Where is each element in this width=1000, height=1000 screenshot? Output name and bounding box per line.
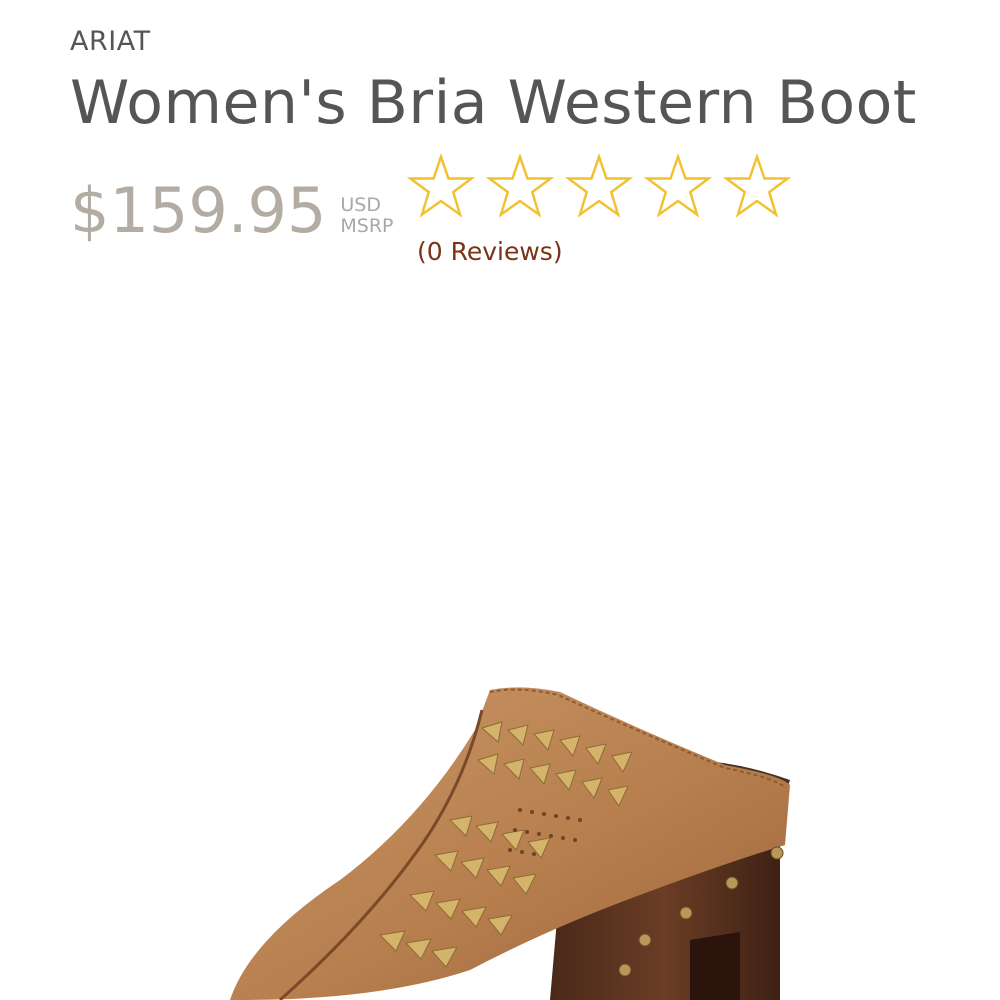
- product-title: Women's Bria Western Boot: [70, 68, 917, 138]
- mule-clog-image: [230, 687, 790, 1000]
- price-currency: USD: [340, 194, 381, 216]
- star-outline-icon[interactable]: [486, 152, 554, 220]
- star-outline-icon[interactable]: [723, 152, 791, 220]
- reviews-link[interactable]: (0 Reviews): [417, 237, 563, 266]
- rating-stars[interactable]: [407, 152, 791, 220]
- product-page: ARIAT Women's Bria Western Boot $159.95 …: [0, 0, 1000, 1000]
- price-type: MSRP: [340, 215, 394, 237]
- star-outline-icon[interactable]: [565, 152, 633, 220]
- price-value: $159.95: [70, 174, 327, 247]
- star-outline-icon[interactable]: [644, 152, 712, 220]
- price-block: $159.95 USD MSRP: [70, 180, 394, 242]
- star-row[interactable]: [407, 152, 791, 220]
- price-meta: USD MSRP: [340, 195, 393, 237]
- star-outline-icon[interactable]: [407, 152, 475, 220]
- brand-name[interactable]: ARIAT: [70, 26, 151, 57]
